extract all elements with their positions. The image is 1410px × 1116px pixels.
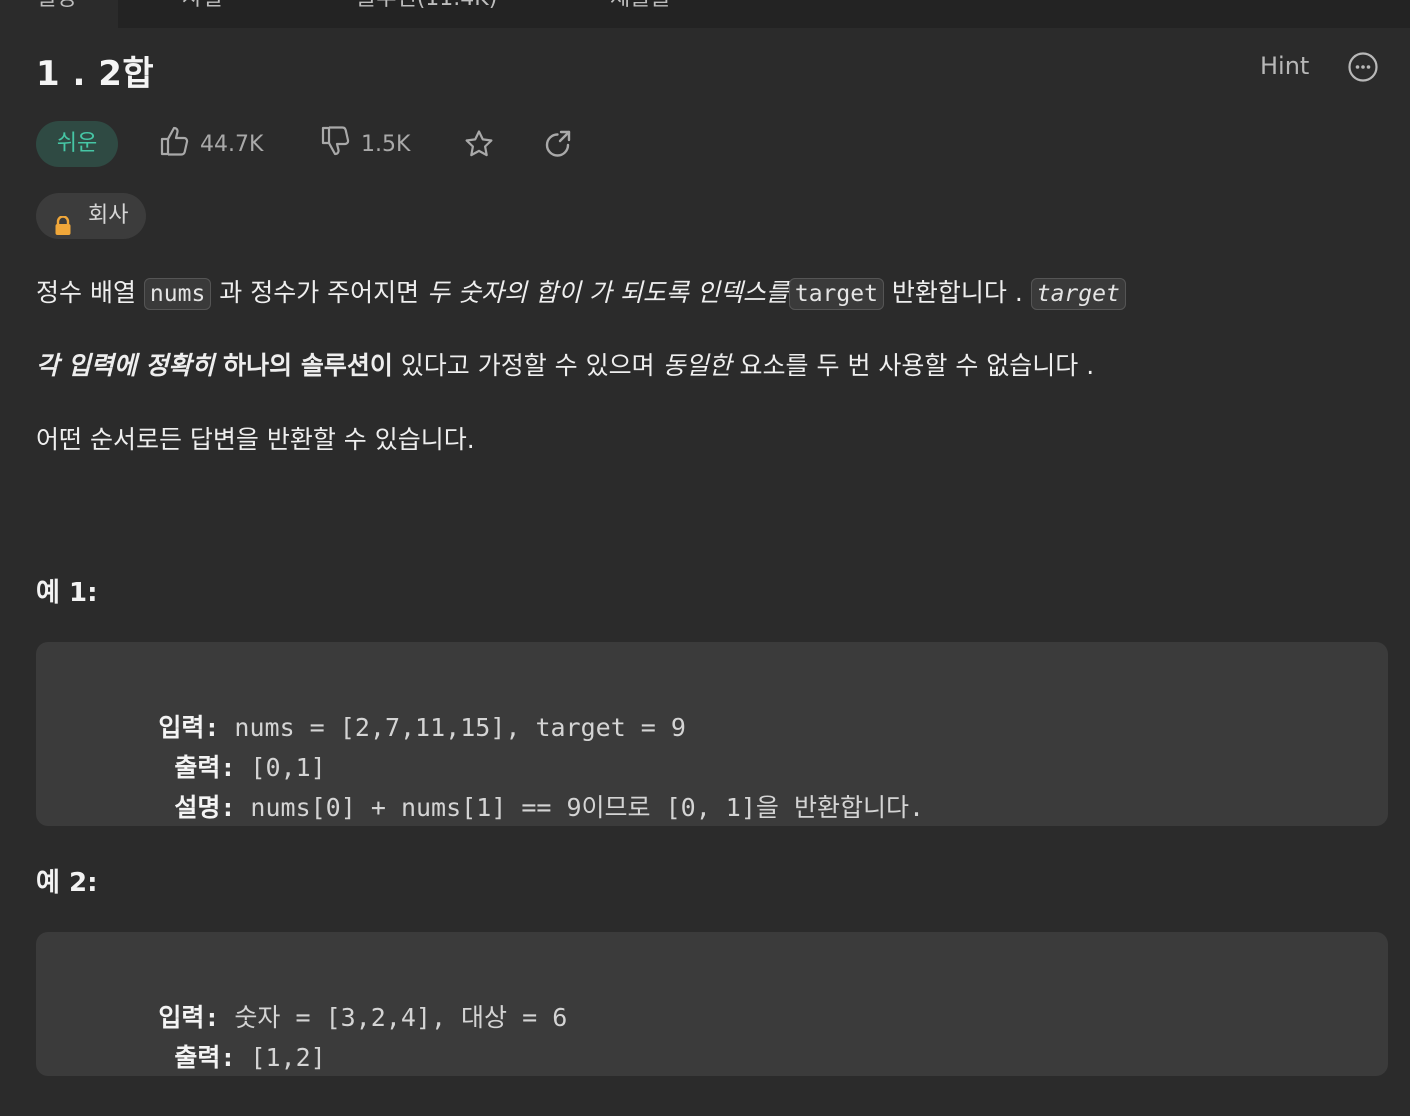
bold-text: 하나의 솔루션이 <box>214 351 393 380</box>
like-button[interactable]: 44.7K <box>158 125 264 163</box>
explanation-value: nums[0] + nums[1] == 9이므로 [0, 1]을 반환합니다. <box>235 793 925 822</box>
tab-editorial[interactable]: 사설 <box>182 0 222 28</box>
text-run: 정수 배열 <box>36 278 144 307</box>
example-1-explanation: 설명: nums[0] + nums[1] == 9이므로 [0, 1]을 반환… <box>84 754 924 862</box>
text-run: 과 정수가 주어지면 <box>211 278 428 307</box>
star-icon[interactable] <box>463 128 495 160</box>
problem-title: 1 . 2합 <box>36 54 155 94</box>
text-run: 요소를 두 번 사용할 수 없습니다 . <box>731 351 1095 380</box>
inline-code-nums: nums <box>143 278 212 310</box>
tab-label: 제출물 <box>610 0 671 11</box>
italic-text: 두 숫자의 합이 가 되도록 인덱스를 <box>427 278 789 307</box>
company-tag[interactable]: 회사 <box>36 193 146 239</box>
tab-solutions[interactable]: 솔루션(11.4K) <box>356 0 497 28</box>
inline-code-target: target <box>788 278 884 310</box>
bold-italic-text: 각 입력에 정확히 <box>36 351 215 380</box>
text-run: 있다고 가정할 수 있으며 <box>392 351 663 380</box>
lock-icon <box>53 207 73 253</box>
example-2-block: 입력: 숫자 = [3,2,4], 대상 = 6 출력: [1,2] <box>36 932 1388 1076</box>
tab-submissions[interactable]: 제출물 <box>610 0 671 28</box>
output-value: [1,2] <box>235 1043 326 1072</box>
more-icon[interactable] <box>1348 52 1378 82</box>
tab-label: 설명 <box>36 0 76 10</box>
example-1-block: 입력: nums = [2,7,11,15], target = 9 출력: [… <box>36 642 1388 826</box>
problem-meta-row: 쉬운 44.7K 1.5K <box>36 121 736 167</box>
example-1-title: 예 1: <box>36 578 98 608</box>
refresh-icon[interactable] <box>542 128 574 160</box>
problem-description-panel: 1 . 2합 Hint 쉬운 44.7K 1.5K 회사 정수 배열 nums … <box>0 28 1410 1116</box>
dislike-count: 1.5K <box>361 131 411 157</box>
italic-text: 동일한 <box>662 351 732 380</box>
output-label: 출력: <box>174 1043 236 1072</box>
difficulty-badge: 쉬운 <box>36 121 118 167</box>
like-count: 44.7K <box>200 131 264 157</box>
description-paragraph-2: 각 입력에 정확히 하나의 솔루션이 있다고 가정할 수 있으며 동일한 요소를… <box>36 346 1094 386</box>
description-paragraph-1: 정수 배열 nums 과 정수가 주어지면 두 숫자의 합이 가 되도록 인덱스… <box>36 273 1126 314</box>
example-2-output: 출력: [1,2] <box>84 1004 326 1112</box>
example-2-title: 예 2: <box>36 868 98 898</box>
tab-label: 솔루션(11.4K) <box>356 0 497 11</box>
description-paragraph-3: 어떤 순서로든 답변을 반환할 수 있습니다. <box>36 425 475 454</box>
tab-bar: 설명 사설 솔루션(11.4K) 제출물 <box>0 0 1410 28</box>
thumbs-down-icon <box>319 125 361 163</box>
tab-label: 사설 <box>182 0 222 11</box>
tab-description[interactable]: 설명 <box>0 0 118 28</box>
thumbs-up-icon <box>158 125 200 163</box>
hint-button[interactable]: Hint <box>1260 52 1309 80</box>
company-tag-label: 회사 <box>88 203 129 228</box>
text-run: 반환합니다 . <box>883 278 1031 307</box>
explanation-label: 설명: <box>174 793 236 822</box>
dislike-button[interactable]: 1.5K <box>319 125 411 163</box>
inline-code-target-italic: target <box>1030 278 1126 310</box>
